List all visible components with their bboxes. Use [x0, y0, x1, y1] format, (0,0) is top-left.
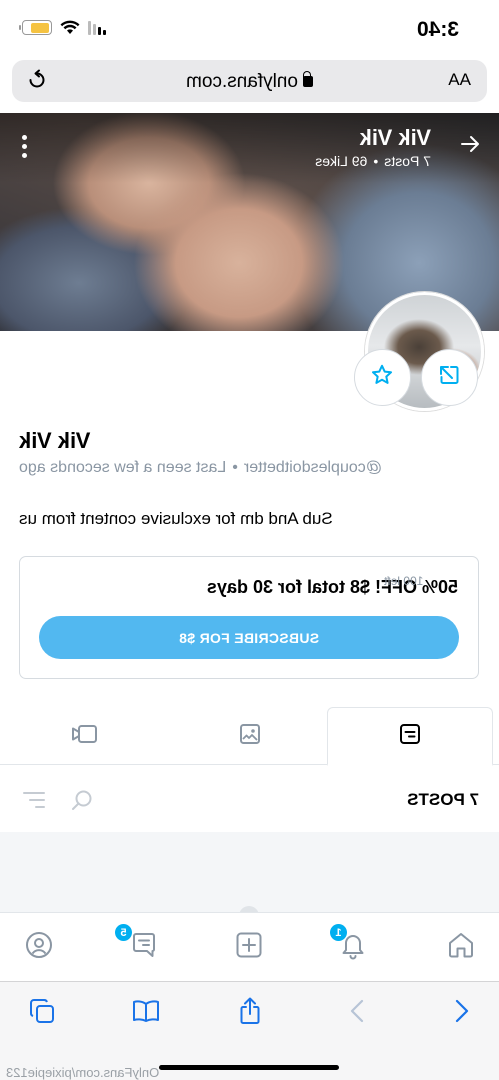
subscribe-button[interactable]: SUBSCRIBE FOR $8	[39, 616, 459, 659]
profile-handle: @couplesdoitbetter	[243, 459, 382, 476]
browser-toolbar: OnlyFans.com/pixiepie123	[0, 981, 499, 1080]
filter-icon[interactable]	[22, 790, 46, 815]
content-tabs	[0, 707, 499, 766]
status-bar: 3:40	[0, 0, 499, 58]
messages-badge: 5	[115, 924, 132, 941]
share-icon	[438, 363, 462, 392]
back-arrow-icon[interactable]	[459, 133, 481, 160]
tab-posts[interactable]	[327, 707, 493, 766]
share-icon	[238, 997, 262, 1030]
nav-notifications[interactable]: 1	[303, 913, 403, 981]
nav-messages[interactable]: 5	[94, 913, 194, 981]
feed-area	[0, 832, 499, 916]
posts-stat: 7 Posts	[384, 153, 431, 169]
last-seen: Last seen a few seconds ago	[19, 459, 227, 476]
home-icon	[446, 930, 476, 965]
signal-icon	[88, 20, 106, 35]
subscription-card: 50% OFF! $8 total for 30 days 100 left S…	[19, 556, 479, 679]
nav-home[interactable]	[411, 913, 499, 981]
profile-name: Vik Vik	[19, 428, 91, 453]
address-bar[interactable]: AA onlyfans.com	[12, 60, 487, 102]
browser-back-button[interactable]	[442, 998, 482, 1028]
battery-icon	[22, 20, 52, 35]
tab-videos[interactable]	[1, 707, 167, 765]
cover-stats: 7 Posts•69 Likes	[315, 153, 431, 169]
star-icon	[371, 363, 395, 392]
browser-bookmarks-button[interactable]	[126, 998, 166, 1028]
browser-tabs-button[interactable]	[22, 998, 62, 1028]
search-icon[interactable]	[70, 788, 94, 817]
status-icons	[22, 20, 106, 35]
plus-square-icon	[234, 930, 264, 965]
videos-icon	[71, 724, 97, 749]
posts-icon	[399, 723, 421, 750]
share-profile-button[interactable]	[421, 349, 478, 406]
more-vertical-icon[interactable]	[22, 135, 27, 158]
messages-icon	[129, 930, 159, 965]
forward-icon	[350, 999, 364, 1028]
status-time: 3:40	[416, 18, 459, 41]
url-display[interactable]: onlyfans.com	[12, 71, 487, 93]
nav-new-post[interactable]	[199, 913, 299, 981]
profile-meta: @couplesdoitbetter•Last seen a few secon…	[19, 459, 382, 476]
posts-header: 7 POSTS	[0, 766, 499, 832]
photos-icon	[239, 723, 261, 750]
reload-icon[interactable]	[26, 69, 48, 96]
posts-count: 7 POSTS	[407, 790, 479, 809]
tab-photos[interactable]	[167, 707, 333, 765]
bookmarks-icon	[132, 999, 160, 1028]
app-bottom-nav: 1 5	[0, 912, 499, 980]
profile-icon	[24, 930, 54, 965]
footer-url: OnlyFans.com/pixiepie123	[6, 1065, 160, 1080]
lock-icon	[302, 76, 313, 87]
screen: 3:40 AA onlyfans.com Vik Vik 7 Posts•69 …	[0, 0, 499, 1080]
back-icon	[455, 999, 469, 1028]
likes-stat: 69 Likes	[315, 153, 368, 169]
offer-remaining: 100 left	[384, 574, 424, 588]
url-text: onlyfans.com	[186, 71, 298, 92]
browser-forward-button[interactable]	[337, 998, 377, 1028]
wifi-icon	[60, 20, 80, 35]
profile-bio: Sub And dm for exclusive content from us	[19, 509, 333, 528]
favorite-button[interactable]	[354, 349, 411, 406]
home-indicator[interactable]	[159, 1065, 339, 1070]
nav-profile[interactable]	[0, 913, 89, 981]
cover-profile-name: Vik Vik	[359, 125, 431, 150]
browser-share-button[interactable]	[230, 997, 270, 1030]
tabs-icon	[28, 997, 56, 1030]
notifications-badge: 1	[330, 924, 347, 941]
